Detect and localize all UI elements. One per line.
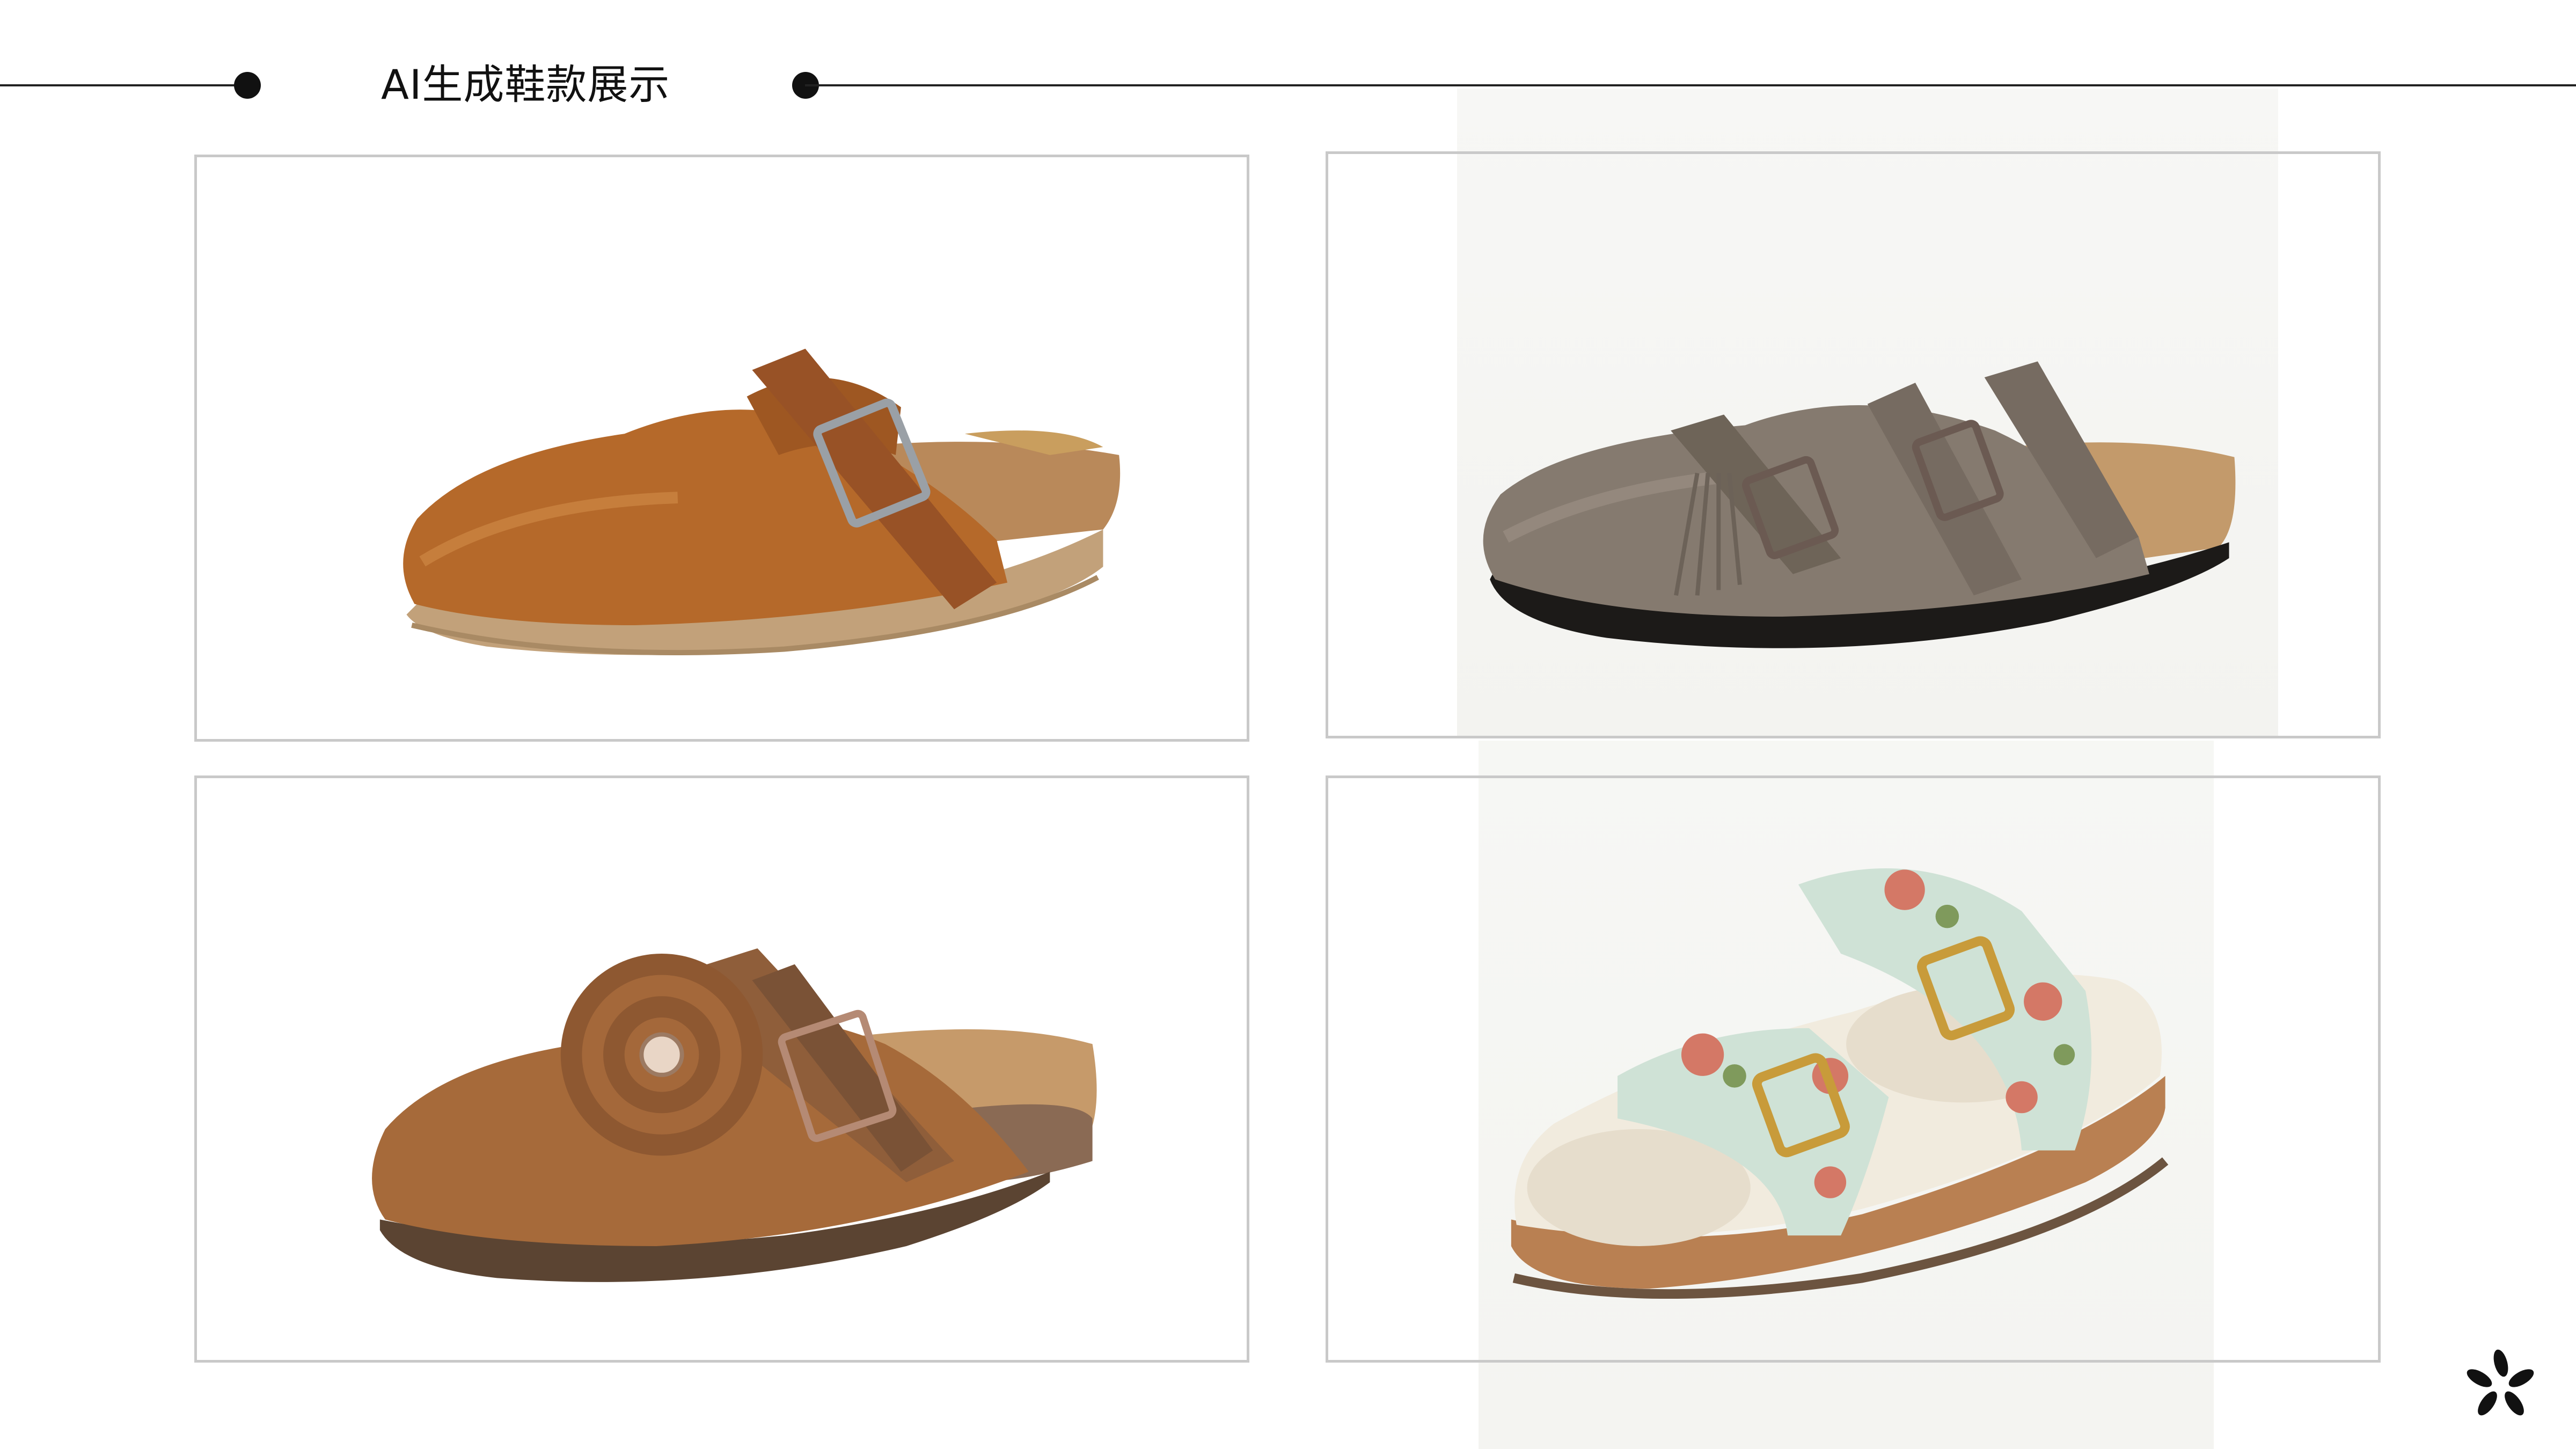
header-rule-right [805, 84, 2576, 86]
shoe-image-frame[interactable]: brown-leather-clog-image [194, 155, 1249, 742]
header-rule-left [0, 84, 247, 86]
header-dot-left [234, 72, 261, 99]
page-title: AI生成鞋款展示 [381, 61, 670, 108]
tan-suede-flower-clog-image [372, 948, 1097, 1282]
shoe-image-frame[interactable]: floral-shearling-sandal-image [1326, 775, 2381, 1363]
shoe-image-frame[interactable]: grey-suede-clog-image [1326, 151, 2381, 738]
brown-leather-clog-image [403, 348, 1121, 656]
grey-suede-clog-image [1483, 361, 2236, 648]
floral-shearling-sandal-image [1511, 868, 2169, 1299]
shoe-image-frame[interactable]: tan-suede-flower-clog-image [194, 775, 1249, 1363]
asterisk-logo-icon [2467, 1349, 2534, 1416]
